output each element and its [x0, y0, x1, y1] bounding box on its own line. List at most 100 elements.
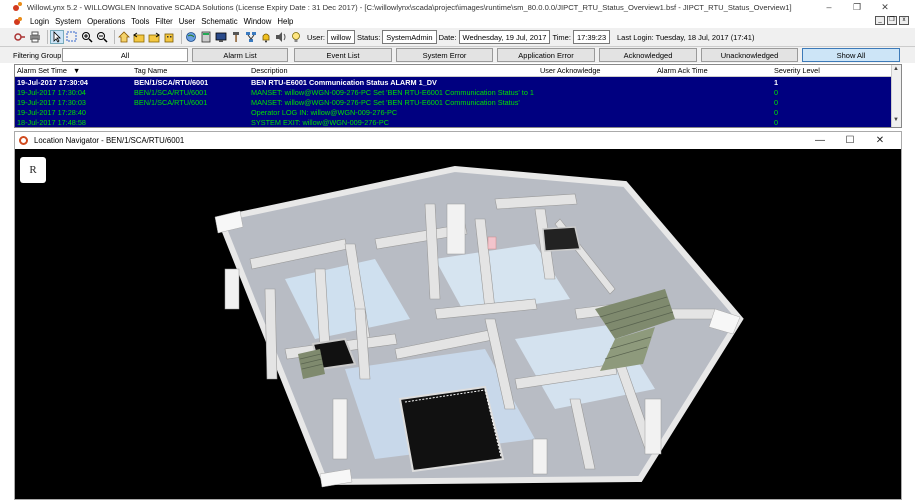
cell-time: 19-Jul-2017 17:30:03	[17, 98, 86, 107]
3d-floorplan-viewport[interactable]: R	[15, 149, 901, 499]
column-alarm-ack-time[interactable]: Alarm Ack Time	[657, 66, 708, 75]
zoom-in-icon[interactable]	[81, 31, 93, 43]
folder-back-icon[interactable]	[133, 31, 145, 43]
toolbar: User: willow Status: SystemAdmin Date: W…	[0, 28, 915, 47]
menu-help[interactable]: Help	[274, 17, 296, 26]
reset-view-button[interactable]: R	[20, 157, 46, 183]
print-icon[interactable]	[29, 31, 41, 43]
filter-show-all-button[interactable]: Show All	[802, 48, 900, 62]
cell-time: 19-Jul-2017 17:30:04	[17, 78, 88, 87]
cell-description: Operator LOG IN: willow@WGN-009-276-PC	[251, 108, 398, 117]
menu-bar: Login System Operations Tools Filter Use…	[0, 14, 915, 28]
app-logo-icon	[13, 2, 23, 12]
last-login-text: Last Login: Tuesday, 18 Jul, 2017 (17:41…	[617, 33, 755, 42]
menu-login[interactable]: Login	[27, 17, 52, 26]
navigator-maximize-icon[interactable]: ☐	[835, 132, 865, 149]
cell-description: SYSTEM EXIT: willow@WGN-009-276-PC	[251, 118, 389, 127]
building-icon[interactable]	[163, 31, 175, 43]
close-button[interactable]: ✕	[871, 0, 899, 14]
navigator-title-bar: Location Navigator - BEN/1/SCA/RTU/6001 …	[15, 132, 901, 149]
cell-severity: 1	[774, 78, 779, 87]
navigator-title: Location Navigator - BEN/1/SCA/RTU/6001	[34, 136, 185, 145]
filter-alarm-list-button[interactable]: Alarm List	[192, 48, 288, 62]
toolbar-separator	[181, 30, 182, 44]
date-field: Wednesday, 19 Jul, 2017	[458, 30, 551, 44]
menu-tools[interactable]: Tools	[128, 17, 152, 26]
table-row[interactable]: 18-Jul-2017 17:48:58 SYSTEM EXIT: willow…	[15, 118, 901, 127]
scroll-down-icon[interactable]: ▼	[893, 117, 899, 123]
minimize-button[interactable]: –	[815, 0, 843, 14]
table-row[interactable]: 19-Jul-2017 17:30:04 BEN/1/SCA/RTU/6001 …	[15, 88, 901, 98]
lightbulb-icon[interactable]	[290, 31, 302, 43]
user-label: User:	[307, 32, 325, 42]
title-bar: WillowLynx 5.2 - WILLOWGLEN Innovative S…	[0, 0, 915, 14]
navigator-minimize-icon[interactable]: —	[805, 132, 835, 149]
doc-restore-icon[interactable]: ❐	[887, 16, 897, 25]
cell-severity: 0	[774, 98, 779, 107]
zoom-area-icon[interactable]	[66, 31, 78, 43]
filter-unacknowledged-button[interactable]: Unacknowledged	[701, 48, 798, 62]
status-field: SystemAdmin	[382, 30, 437, 44]
table-row[interactable]: 19-Jul-2017 17:28:40 Operator LOG IN: wi…	[15, 108, 901, 118]
zoom-out-icon[interactable]	[96, 31, 108, 43]
column-severity-level[interactable]: Severity Level	[774, 66, 820, 75]
menu-operations[interactable]: Operations	[84, 17, 128, 26]
menu-system[interactable]: System	[52, 17, 84, 26]
window-title: WillowLynx 5.2 - WILLOWGLEN Innovative S…	[27, 2, 792, 12]
alarm-bell-icon[interactable]	[260, 31, 272, 43]
filter-application-error-button[interactable]: Application Error	[497, 48, 595, 62]
sort-desc-icon[interactable]: ▼	[73, 66, 80, 75]
floorplan-3d-render[interactable]	[15, 149, 901, 499]
highlighted-equipment[interactable]	[487, 236, 497, 250]
hammer-icon[interactable]	[230, 31, 242, 43]
folder-forward-icon[interactable]	[148, 31, 160, 43]
document-icon[interactable]	[13, 16, 23, 26]
network-icon[interactable]	[245, 31, 257, 43]
time-field: 17:39:23	[572, 30, 611, 44]
scroll-up-icon[interactable]: ▲	[893, 66, 899, 72]
cell-tag: BEN/1/SCA/RTU/6001	[134, 98, 208, 107]
column-alarm-set-time[interactable]: Alarm Set Time	[17, 66, 67, 75]
filter-event-list-button[interactable]: Event List	[294, 48, 392, 62]
menu-schematic[interactable]: Schematic	[198, 17, 240, 26]
login-key-icon[interactable]	[14, 31, 26, 43]
time-label: Time:	[552, 32, 571, 42]
filter-acknowledged-button[interactable]: Acknowledged	[599, 48, 697, 62]
filter-all-dropdown[interactable]: All	[62, 48, 188, 62]
column-tag-name[interactable]: Tag Name	[134, 66, 167, 75]
home-icon[interactable]	[118, 31, 130, 43]
pointer-icon[interactable]	[50, 30, 64, 44]
menu-filter[interactable]: Filter	[152, 17, 175, 26]
grid-scrollbar[interactable]: ▲ ▼	[891, 65, 901, 127]
monitor-icon[interactable]	[215, 31, 227, 43]
toolbar-separator	[114, 30, 115, 44]
doc-minimize-icon[interactable]: _	[875, 16, 885, 25]
navigator-window-controls: — ☐ ✕	[805, 132, 895, 149]
restore-button[interactable]: ❐	[843, 0, 871, 14]
navigator-close-icon[interactable]: ✕	[865, 132, 895, 149]
column-user-acknowledge[interactable]: User Acknowledge	[540, 66, 600, 75]
window-controls: – ❐ ✕	[815, 0, 899, 14]
navigator-app-icon	[19, 136, 28, 145]
grid-header: Alarm Set Time ▼ Tag Name Description Us…	[15, 65, 901, 77]
doc-close-icon[interactable]: x	[899, 16, 909, 25]
filter-system-error-button[interactable]: System Error	[396, 48, 493, 62]
cell-tag: BEN/1/SCA/RTU/6001	[134, 78, 209, 87]
column-description[interactable]: Description	[251, 66, 288, 75]
cell-time: 18-Jul-2017 17:48:58	[17, 118, 86, 127]
user-field: willow	[326, 30, 355, 44]
cell-severity: 0	[774, 118, 779, 127]
table-row[interactable]: 19-Jul-2017 17:30:03 BEN/1/SCA/RTU/6001 …	[15, 98, 901, 108]
cell-description: BEN RTU-E6001 Communication Status ALARM…	[251, 78, 437, 87]
menu-window[interactable]: Window	[241, 17, 275, 26]
menu-user[interactable]: User	[176, 17, 198, 26]
cell-description: MANSET: willow@WGN-009-276-PC Set 'BEN R…	[251, 98, 520, 107]
document-window-controls: _ ❐ x	[875, 16, 909, 25]
status-label: Status:	[356, 32, 381, 42]
panel-icon[interactable]	[200, 31, 212, 43]
toolbar-separator	[47, 30, 48, 44]
speaker-icon[interactable]	[275, 31, 287, 43]
table-row[interactable]: 19-Jul-2017 17:30:04 BEN/1/SCA/RTU/6001 …	[15, 78, 901, 88]
filtering-group-label: Filtering Group	[13, 50, 62, 60]
globe-icon[interactable]	[185, 31, 197, 43]
